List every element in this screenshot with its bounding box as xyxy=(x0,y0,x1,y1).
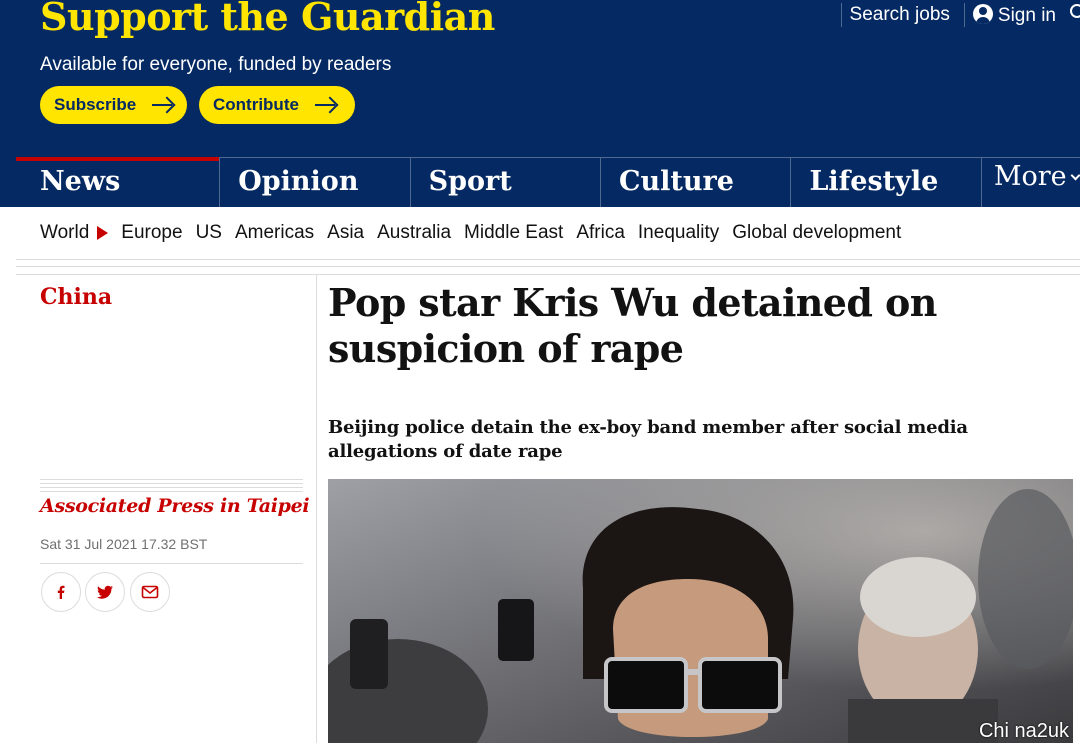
pillar-more[interactable]: More xyxy=(980,157,1080,207)
subnav-item-australia[interactable]: Australia xyxy=(377,222,451,244)
pillar-label: Lifestyle xyxy=(809,166,939,197)
subnav-item-asia[interactable]: Asia xyxy=(327,222,364,244)
facebook-icon xyxy=(57,585,65,599)
section-label[interactable]: China xyxy=(40,284,112,310)
pillar-culture[interactable]: Culture xyxy=(600,157,791,207)
subnav-item-world[interactable]: World xyxy=(40,222,89,244)
dateline: Sat 31 Jul 2021 17.32 BST xyxy=(40,536,208,552)
main-photo: Chi na2uk xyxy=(328,479,1073,743)
column-divider xyxy=(316,275,317,743)
subscribe-label: Subscribe xyxy=(54,95,137,114)
more-label: More xyxy=(993,161,1067,192)
current-section-indicator-icon xyxy=(97,226,109,240)
masthead: Support the Guardian Available for every… xyxy=(0,0,1080,207)
share-twitter-button[interactable] xyxy=(85,572,125,612)
pillar-label: Culture xyxy=(619,166,734,197)
subnav-item-africa[interactable]: Africa xyxy=(576,222,625,244)
share-facebook-button[interactable] xyxy=(41,572,81,612)
twitter-icon xyxy=(97,585,113,599)
pillar-news[interactable]: News xyxy=(16,157,220,207)
photo-illustration xyxy=(328,479,1073,743)
pillar-label: Sport xyxy=(428,166,512,197)
sign-in-link[interactable]: Sign in xyxy=(965,3,1070,27)
pillar-lifestyle[interactable]: Lifestyle xyxy=(790,157,981,207)
subnav-item-global-development[interactable]: Global development xyxy=(732,222,901,244)
pillar-opinion[interactable]: Opinion xyxy=(219,157,410,207)
chevron-down-icon xyxy=(1070,170,1080,181)
standfirst: Beijing police detain the ex-boy band me… xyxy=(328,417,968,462)
support-title: Support the Guardian xyxy=(40,0,495,39)
pillar-label: Opinion xyxy=(238,166,359,197)
divider xyxy=(16,274,1080,275)
divider xyxy=(40,479,303,480)
subnav-item-europe[interactable]: Europe xyxy=(121,222,182,244)
contribute-label: Contribute xyxy=(213,95,299,114)
pillar-nav: News Opinion Sport Culture Lifestyle Mor… xyxy=(16,157,1080,207)
email-icon xyxy=(141,585,159,599)
divider xyxy=(16,266,1080,267)
divider xyxy=(40,563,303,564)
subnav-item-us[interactable]: US xyxy=(196,222,222,244)
pillar-label: News xyxy=(40,166,121,197)
arrow-right-icon xyxy=(314,98,337,112)
subnav: World Europe US Americas Asia Australia … xyxy=(40,222,914,244)
divider xyxy=(40,487,303,488)
share-email-button[interactable] xyxy=(130,572,170,612)
divider xyxy=(40,491,303,492)
pillar-sport[interactable]: Sport xyxy=(409,157,601,207)
search-jobs-link[interactable]: Search jobs xyxy=(842,4,964,26)
sign-in-label: Sign in xyxy=(997,4,1056,26)
subnav-item-middle-east[interactable]: Middle East xyxy=(464,222,563,244)
divider xyxy=(16,259,1080,260)
headline: Pop star Kris Wu detained on suspicion o… xyxy=(328,280,937,371)
top-utility-bar: Search jobs Sign in xyxy=(840,0,1080,30)
pillar-label: More xyxy=(993,161,1080,192)
subscribe-button[interactable]: Subscribe xyxy=(40,86,187,124)
user-icon xyxy=(972,3,993,24)
arrow-right-icon xyxy=(152,98,174,112)
divider xyxy=(40,483,303,484)
contribute-button[interactable]: Contribute xyxy=(199,86,355,124)
watermark: Chi na2uk xyxy=(978,720,1069,742)
subnav-item-inequality[interactable]: Inequality xyxy=(638,222,719,244)
support-subtitle: Available for everyone, funded by reader… xyxy=(40,54,392,75)
subnav-item-americas[interactable]: Americas xyxy=(235,222,314,244)
search-icon[interactable] xyxy=(1070,4,1080,18)
byline[interactable]: Associated Press in Taipei xyxy=(40,495,310,517)
